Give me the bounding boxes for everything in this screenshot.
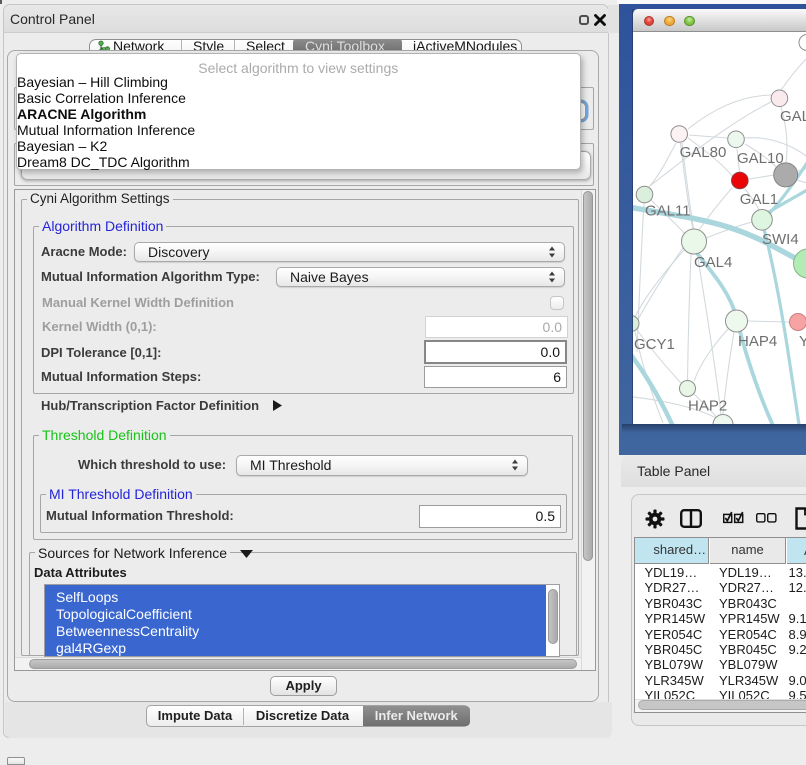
svg-text:GAL11: GAL11 bbox=[645, 203, 691, 220]
svg-text:HAP2: HAP2 bbox=[688, 397, 727, 414]
svg-text:SWI4: SWI4 bbox=[762, 231, 799, 248]
svg-text:GAL80: GAL80 bbox=[680, 144, 727, 161]
svg-text:HAP4: HAP4 bbox=[738, 333, 777, 350]
svg-text:Y: Y bbox=[799, 333, 806, 350]
svg-text:GAL4: GAL4 bbox=[694, 254, 732, 271]
svg-text:GCY1: GCY1 bbox=[634, 336, 675, 353]
svg-text:GAL7: GAL7 bbox=[780, 108, 806, 125]
svg-text:GAL10: GAL10 bbox=[737, 150, 784, 167]
svg-text:GAL1: GAL1 bbox=[740, 191, 778, 208]
